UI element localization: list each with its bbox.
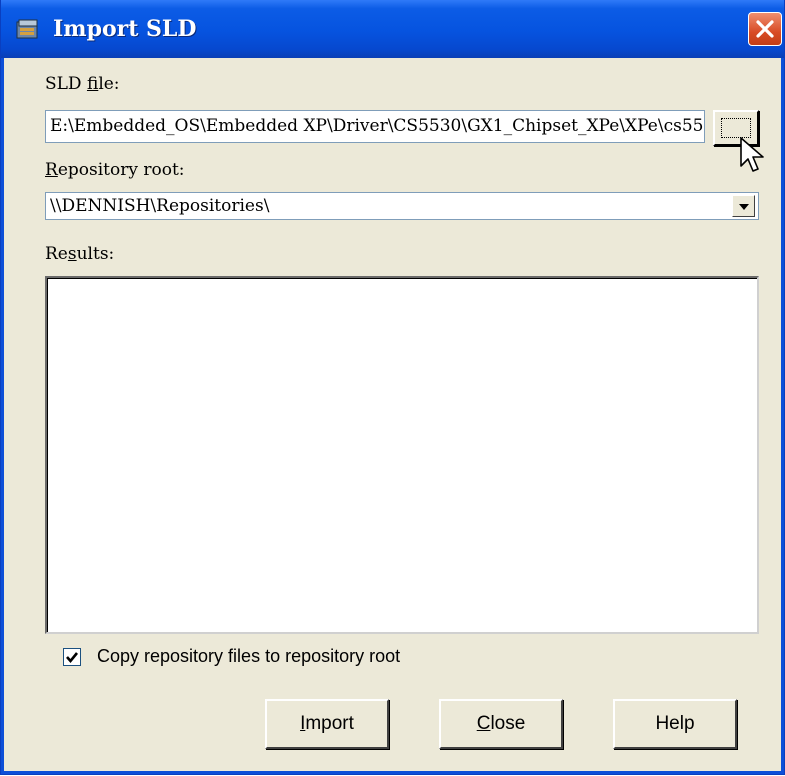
copy-files-label: Copy repository files to repository root bbox=[97, 646, 401, 666]
close-window-button[interactable] bbox=[748, 12, 782, 46]
import-button[interactable]: Import bbox=[265, 699, 389, 749]
import-sld-dialog: Import SLD SLD file: E:\Embedded_OS\Embe… bbox=[0, 0, 785, 775]
repository-root-select[interactable]: \\DENNISH\Repositories\ bbox=[45, 192, 759, 220]
results-label: Results: bbox=[45, 244, 115, 264]
checkmark-icon bbox=[66, 652, 79, 664]
repository-root-dropdown-button[interactable] bbox=[732, 195, 755, 217]
ellipsis-icon bbox=[721, 118, 751, 138]
copy-files-checkbox[interactable] bbox=[63, 648, 81, 666]
app-icon bbox=[15, 18, 41, 42]
repository-root-value: \\DENNISH\Repositories\ bbox=[50, 196, 270, 216]
results-box[interactable] bbox=[45, 276, 759, 634]
title-bar[interactable]: Import SLD bbox=[1, 0, 784, 58]
repository-root-label: Repository root: bbox=[45, 160, 185, 180]
chevron-down-icon bbox=[739, 204, 749, 210]
help-button[interactable]: Help bbox=[613, 699, 737, 749]
close-icon bbox=[756, 20, 774, 38]
close-button[interactable]: Close bbox=[439, 699, 563, 749]
window-title: Import SLD bbox=[53, 16, 197, 42]
mouse-pointer-icon bbox=[740, 137, 764, 172]
sld-file-input[interactable]: E:\Embedded_OS\Embedded XP\Driver\CS5530… bbox=[45, 110, 705, 143]
sld-file-label: SLD file: bbox=[45, 74, 120, 94]
